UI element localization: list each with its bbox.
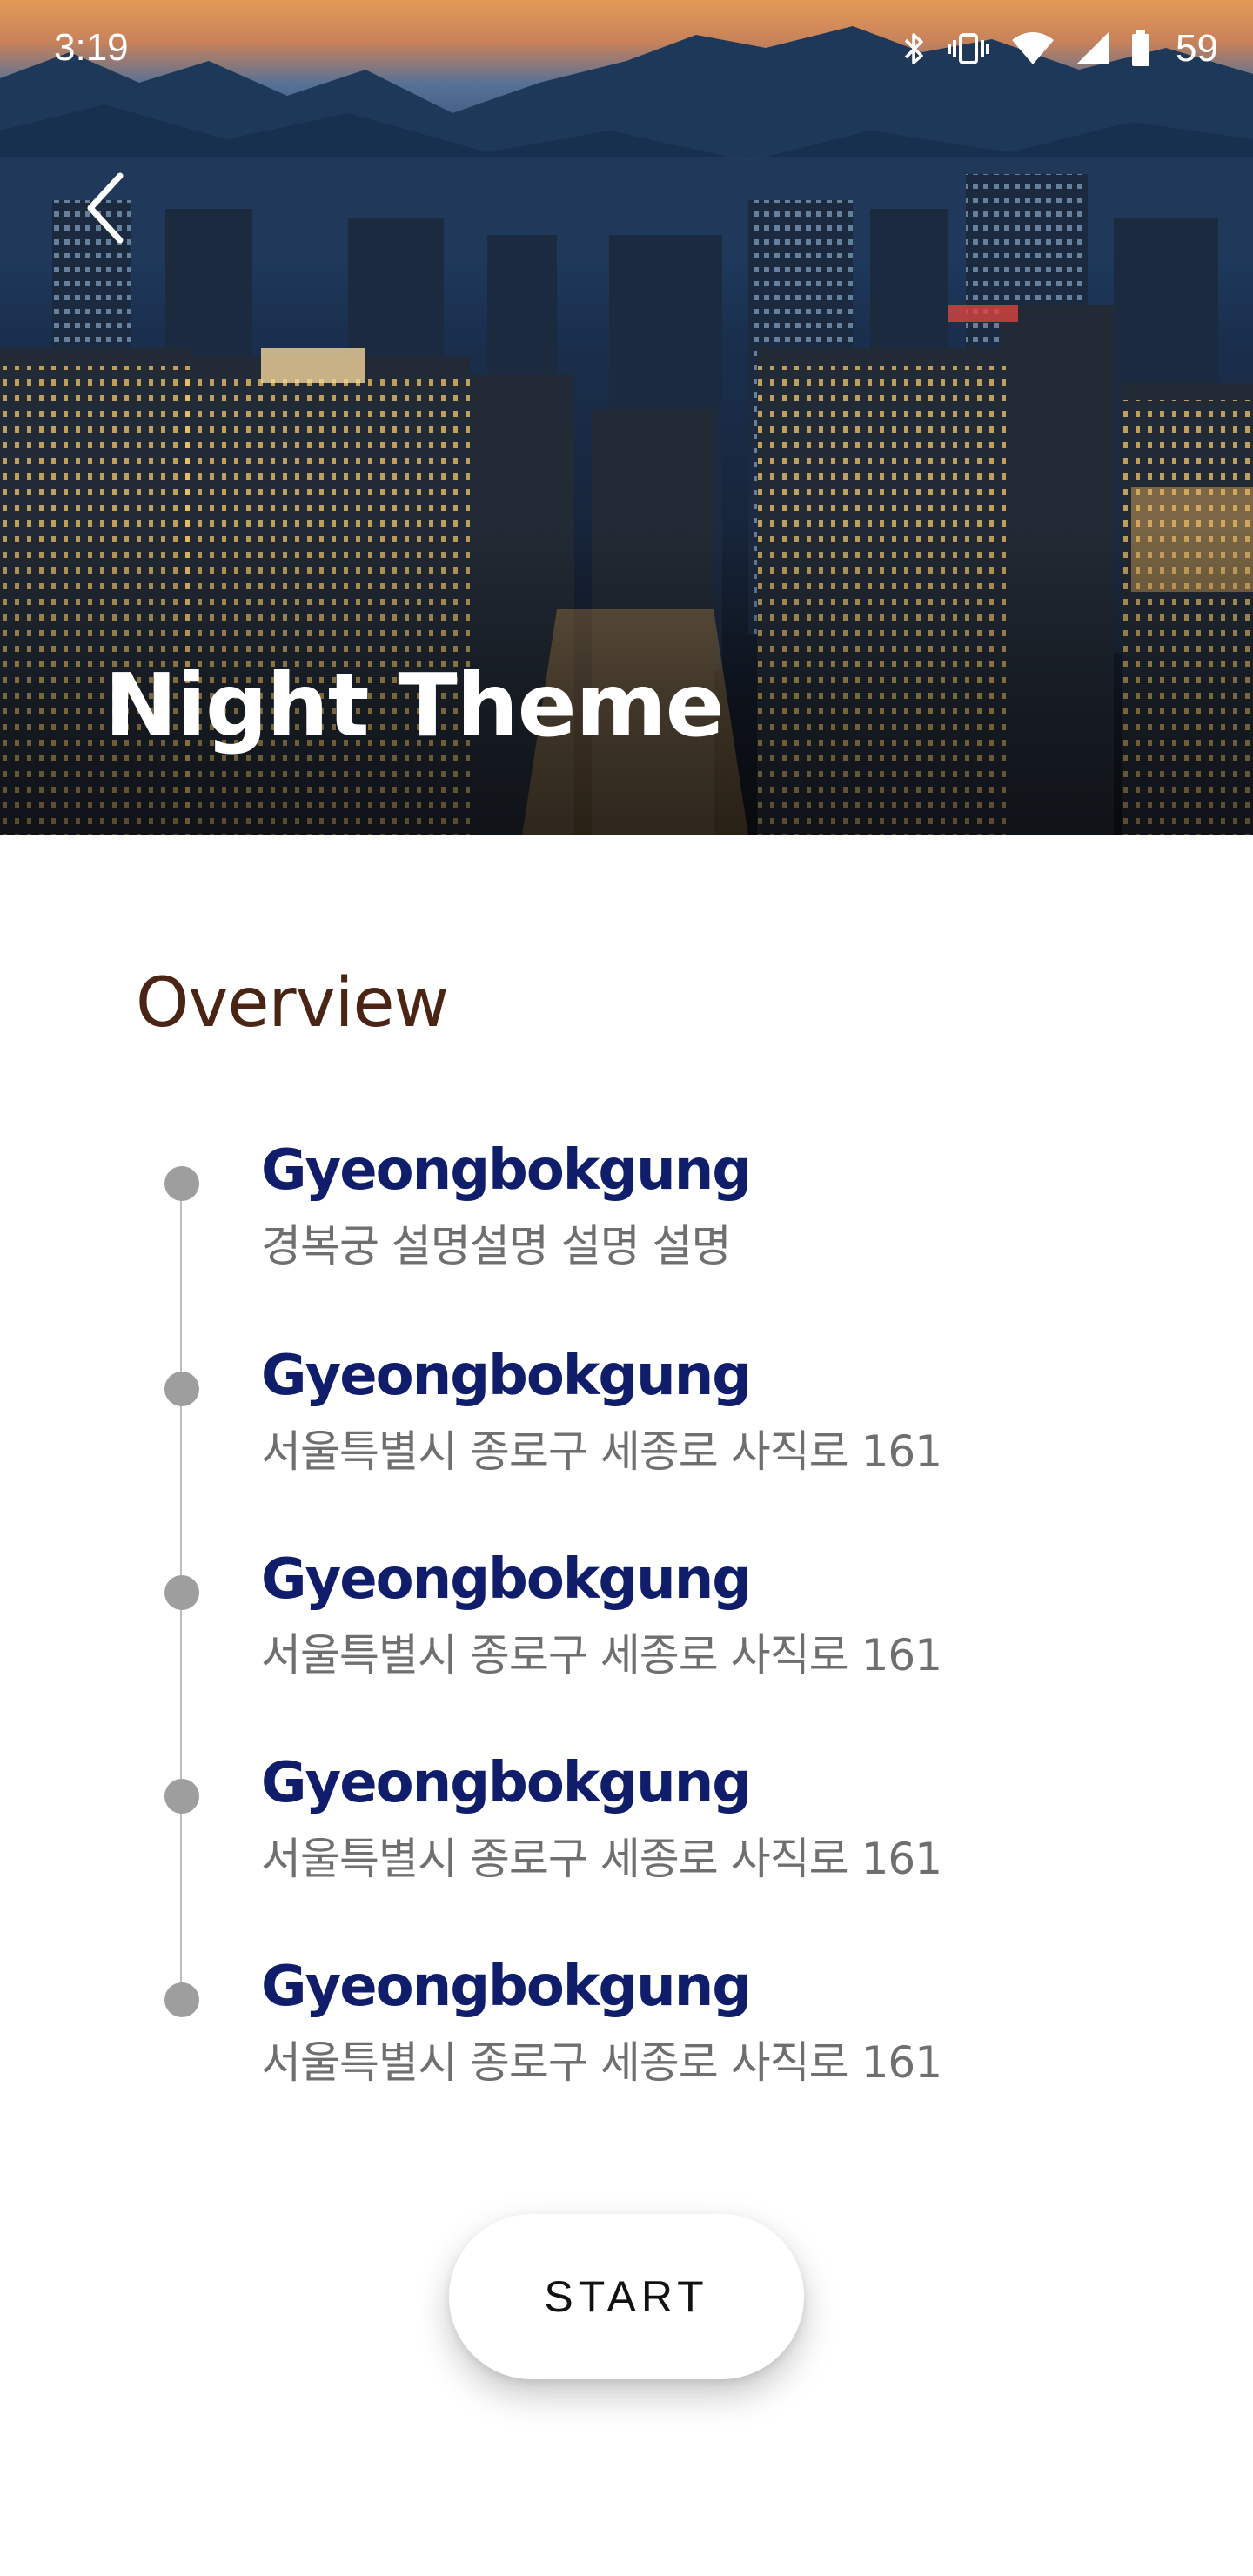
status-time: 3:19 (54, 26, 129, 69)
item-subtitle: 서울특별시 종로구 세종로 사직로 161 (261, 1834, 942, 1884)
item-title: Gyeongbokgung (261, 1751, 752, 1815)
item-title: Gyeongbokgung (261, 1138, 752, 1203)
hero-image: 3:19 59 Night Theme (0, 0, 1253, 835)
chevron-left-icon (80, 169, 132, 252)
status-bar: 3:19 59 (0, 0, 1253, 96)
page-title: Night Theme (104, 654, 725, 756)
item-title: Gyeongbokgung (261, 1547, 752, 1612)
item-subtitle: 서울특별시 종로구 세종로 사직로 161 (261, 2037, 942, 2088)
timeline-item[interactable]: Gyeongbokgung 서울특별시 종로구 세종로 사직로 161 (0, 1948, 1253, 2088)
timeline-item[interactable]: Gyeongbokgung 서울특별시 종로구 세종로 사직로 161 (0, 1744, 1253, 1884)
start-button-label: START (544, 2272, 709, 2321)
timeline-dot (164, 1575, 199, 1610)
item-subtitle: 경복궁 설명설명 설명 설명 (261, 1221, 732, 1271)
item-title: Gyeongbokgung (261, 1955, 752, 2019)
back-button[interactable] (80, 162, 158, 258)
start-button[interactable]: START (449, 2214, 804, 2379)
vibrate-icon (946, 30, 991, 68)
battery-level: 59 (1176, 27, 1218, 70)
item-subtitle: 서울특별시 종로구 세종로 사직로 161 (261, 1630, 942, 1680)
item-subtitle: 서울특별시 종로구 세종로 사직로 161 (261, 1426, 942, 1477)
timeline-item[interactable]: Gyeongbokgung 서울특별시 종로구 세종로 사직로 161 (0, 1540, 1253, 1680)
battery-icon (1130, 30, 1151, 68)
bluetooth-icon (901, 30, 927, 68)
timeline-dot (164, 1982, 199, 2017)
timeline-dot (164, 1166, 199, 1201)
item-title: Gyeongbokgung (261, 1344, 752, 1408)
timeline-dot (164, 1372, 199, 1406)
cell-signal-icon (1075, 30, 1111, 68)
timeline-dot (164, 1779, 199, 1814)
status-icons: 59 (901, 24, 1218, 73)
overview-heading: Overview (136, 964, 449, 1043)
screen: 3:19 59 Night Theme Overview Gyeongbokgu… (0, 0, 1253, 2576)
timeline-item[interactable]: Gyeongbokgung 경복궁 설명설명 설명 설명 (0, 1131, 1253, 1271)
timeline-item[interactable]: Gyeongbokgung 서울특별시 종로구 세종로 사직로 161 (0, 1337, 1253, 1477)
wifi-icon (1010, 30, 1055, 68)
